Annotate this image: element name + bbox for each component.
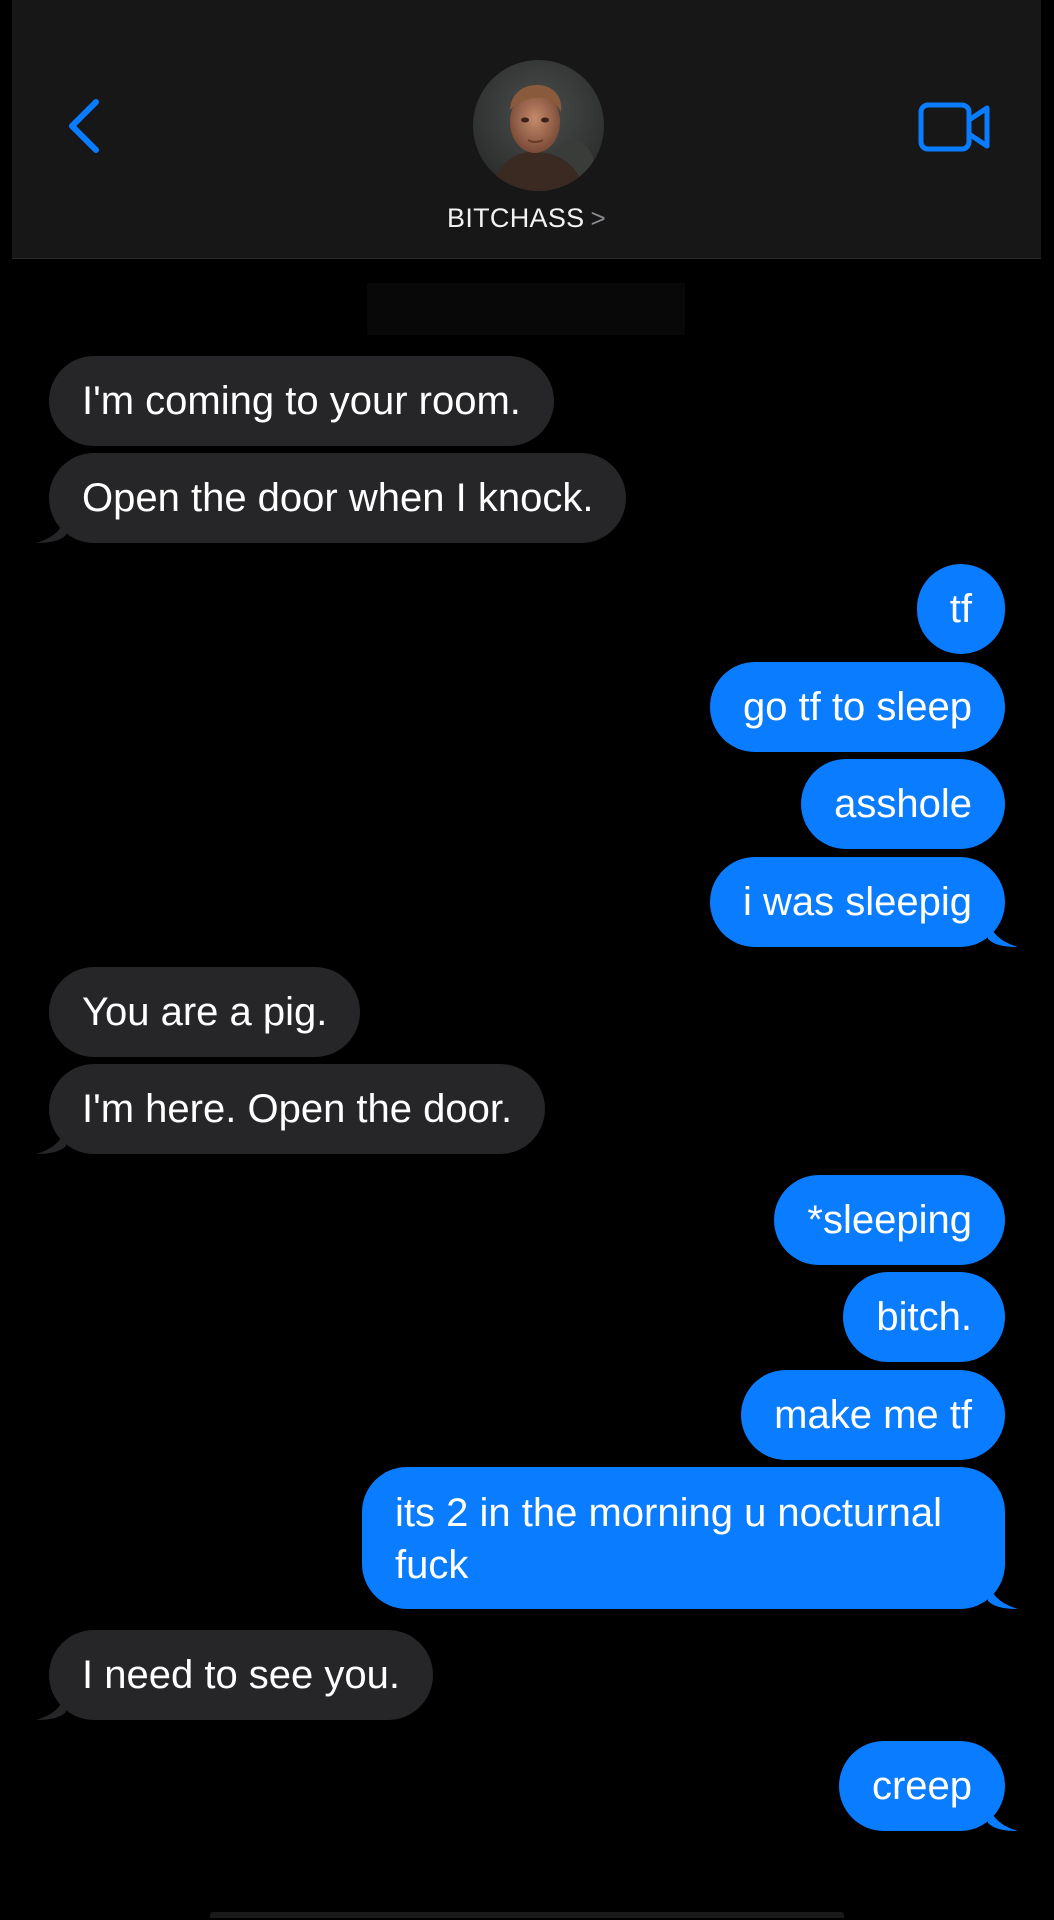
message-bubble-incoming[interactable]: You are a pig. bbox=[49, 967, 361, 1057]
chevron-right-icon: > bbox=[590, 203, 606, 233]
message-bubble-outgoing[interactable]: asshole bbox=[801, 759, 1005, 849]
contact-name-label: BITCHASS bbox=[447, 203, 585, 233]
chevron-left-icon bbox=[69, 99, 99, 153]
message-text: You are a pig. bbox=[82, 990, 328, 1034]
message-text: i was sleepig bbox=[742, 880, 972, 924]
message-text: I need to see you. bbox=[82, 1653, 401, 1697]
message-text: *sleeping bbox=[807, 1198, 972, 1242]
back-button[interactable] bbox=[62, 96, 106, 156]
conversation-header: BITCHASS > bbox=[12, 0, 1041, 259]
message-bubble-incoming[interactable]: I'm here. Open the door. bbox=[36, 1064, 546, 1154]
message-bubble-outgoing[interactable]: tf bbox=[916, 564, 1005, 654]
message-bubble-outgoing[interactable]: creep bbox=[838, 1741, 1018, 1831]
contact-name-button[interactable]: BITCHASS > bbox=[12, 203, 1041, 234]
bubble-tail bbox=[36, 1124, 66, 1154]
bubble-tail bbox=[988, 1579, 1018, 1609]
bubble-tail bbox=[988, 1801, 1018, 1831]
video-camera-icon bbox=[918, 102, 990, 152]
bubble-tail bbox=[988, 917, 1018, 947]
message-text: creep bbox=[871, 1764, 972, 1808]
facetime-video-button[interactable] bbox=[917, 100, 992, 156]
avatar-photo bbox=[473, 60, 604, 191]
bubble-tail bbox=[36, 513, 66, 543]
message-text: I'm coming to your room. bbox=[82, 379, 521, 423]
message-bubble-incoming[interactable]: Open the door when I knock. bbox=[36, 453, 627, 543]
message-bubble-outgoing[interactable]: bitch. bbox=[843, 1272, 1005, 1362]
message-text: I'm here. Open the door. bbox=[82, 1087, 513, 1131]
contact-avatar[interactable] bbox=[473, 60, 604, 191]
message-text: tf bbox=[949, 587, 972, 631]
message-text: bitch. bbox=[876, 1295, 972, 1339]
message-text: its 2 in the morning u nocturnal fuck bbox=[395, 1491, 942, 1587]
timestamp-redacted bbox=[367, 283, 685, 335]
message-bubble-incoming[interactable]: I'm coming to your room. bbox=[49, 356, 554, 446]
message-bubble-outgoing[interactable]: *sleeping bbox=[774, 1175, 1005, 1265]
compose-area-edge bbox=[210, 1912, 844, 1918]
message-text: go tf to sleep bbox=[742, 685, 972, 729]
message-bubble-outgoing[interactable]: make me tf bbox=[741, 1370, 1005, 1460]
bubble-tail bbox=[36, 1690, 66, 1720]
message-bubble-outgoing[interactable]: i was sleepig bbox=[709, 857, 1018, 947]
message-text: make me tf bbox=[774, 1393, 972, 1437]
message-text: asshole bbox=[834, 782, 972, 826]
message-bubble-outgoing[interactable]: its 2 in the morning u nocturnal fuck bbox=[362, 1467, 1018, 1609]
message-bubble-incoming[interactable]: I need to see you. bbox=[36, 1630, 434, 1720]
message-bubble-outgoing[interactable]: go tf to sleep bbox=[709, 662, 1005, 752]
message-text: Open the door when I knock. bbox=[82, 476, 594, 520]
